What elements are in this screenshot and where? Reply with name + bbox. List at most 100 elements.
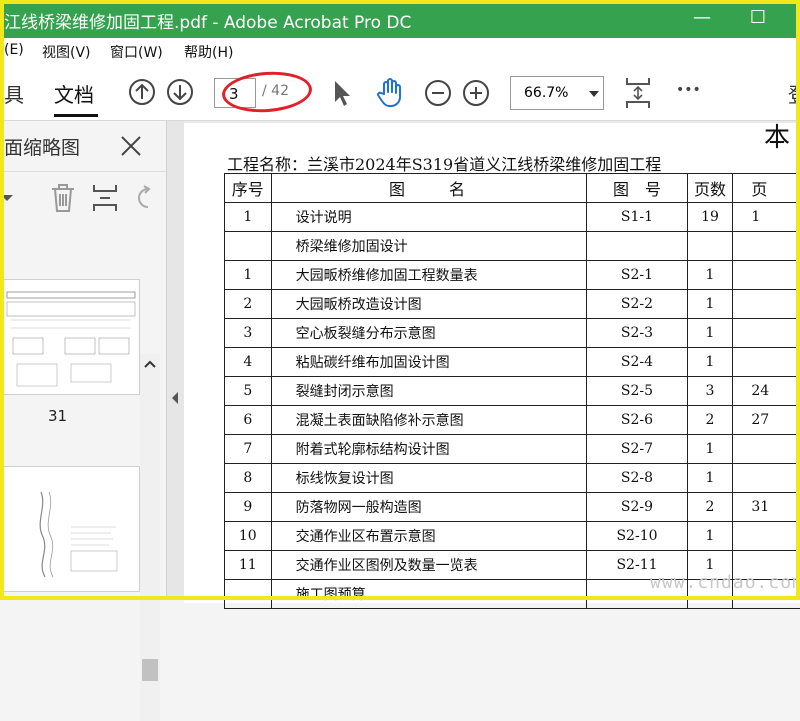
collapse-arrow-icon[interactable]	[171, 391, 179, 405]
table-row: 9防落物网一般构造图S2-9231	[225, 493, 800, 522]
table-cell-code: S2-7	[587, 435, 687, 464]
table-cell-no	[225, 232, 272, 261]
tab-tools[interactable]: 具	[4, 79, 24, 108]
table-cell-name: 大园畈桥改造设计图	[271, 290, 587, 319]
zoom-select[interactable]: 66.7%	[510, 76, 604, 110]
more-options-icon[interactable]: •••	[676, 82, 701, 98]
table-cell-page	[733, 435, 800, 464]
menu-edit[interactable]: (E)	[4, 42, 24, 58]
thumbnail-page-number: 31	[48, 407, 67, 425]
select-arrow-icon[interactable]	[330, 78, 354, 108]
table-cell-no: 10	[225, 522, 272, 551]
fit-page-icon[interactable]	[624, 76, 652, 110]
previous-page-icon[interactable]	[128, 78, 156, 106]
table-cell-name: 附着式轮廓标结构设计图	[271, 435, 587, 464]
active-tab-indicator	[54, 114, 98, 117]
close-icon[interactable]	[120, 135, 142, 157]
zoom-value: 66.7%	[524, 85, 568, 101]
toolbar: 具 文档 3 / 42 66.7% ••• 登	[0, 64, 800, 121]
menu-bar: (E) 视图(V) 窗口(W) 帮助(H)	[0, 38, 800, 64]
hand-tool-icon[interactable]	[374, 76, 406, 108]
table-cell-name: 大园畈桥维修加固工程数量表	[271, 261, 587, 290]
extract-pages-icon[interactable]	[92, 183, 118, 213]
maximize-button[interactable]: ☐	[746, 6, 770, 30]
table-cell-page: 1	[733, 203, 800, 232]
page-thumbnail[interactable]	[0, 279, 140, 395]
table-cell-pages: 1	[687, 319, 733, 348]
table-cell-pages: 1	[687, 348, 733, 377]
table-cell-code	[587, 232, 687, 261]
menu-view[interactable]: 视图(V)	[42, 42, 91, 62]
table-row: 8标线恢复设计图S2-81	[225, 464, 800, 493]
table-cell-name: 标线恢复设计图	[271, 464, 587, 493]
header-cell: 页数	[687, 174, 733, 203]
undo-icon[interactable]	[132, 185, 154, 211]
table-row: 10交通作业区布置示意图S2-101	[225, 522, 800, 551]
thumbnail-scrollbar[interactable]	[140, 354, 160, 721]
pdf-page: 本 工程名称：兰溪市2024年S319省道义江线桥梁维修加固工程 序号 图 名 …	[184, 123, 800, 603]
table-row: 3空心板裂缝分布示意图S2-31	[225, 319, 800, 348]
table-cell-pages: 3	[687, 377, 733, 406]
table-row: 6混凝土表面缺陷修补示意图S2-6227	[225, 406, 800, 435]
table-cell-name: 施工图预算	[271, 580, 587, 609]
table-cell-page	[733, 464, 800, 493]
table-cell-name: 交通作业区布置示意图	[271, 522, 587, 551]
zoom-out-icon[interactable]	[424, 79, 452, 107]
header-cell: 页	[733, 174, 800, 203]
trash-icon[interactable]	[50, 183, 76, 213]
next-page-icon[interactable]	[166, 78, 194, 106]
document-viewport[interactable]: 本 工程名称：兰溪市2024年S319省道义江线桥梁维修加固工程 序号 图 名 …	[184, 121, 800, 600]
table-cell-name: 粘贴碳纤维布加固设计图	[271, 348, 587, 377]
table-row: 1大园畈桥维修加固工程数量表S2-11	[225, 261, 800, 290]
table-cell-page: 31	[733, 493, 800, 522]
table-cell-page	[733, 261, 800, 290]
minimize-button[interactable]: —	[690, 6, 714, 30]
table-cell-pages: 1	[687, 435, 733, 464]
menu-help[interactable]: 帮助(H)	[184, 42, 233, 62]
table-cell-pages: 19	[687, 203, 733, 232]
table-cell-code: S2-2	[587, 290, 687, 319]
watermark: www.cndao.com	[650, 572, 800, 593]
chevron-down-icon	[589, 91, 599, 97]
table-cell-name: 混凝土表面缺陷修补示意图	[271, 406, 587, 435]
table-cell-page	[733, 232, 800, 261]
table-cell-page	[733, 348, 800, 377]
table-cell-pages	[687, 232, 733, 261]
table-row: 2大园畈桥改造设计图S2-21	[225, 290, 800, 319]
table-cell-name: 设计说明	[271, 203, 587, 232]
table-row: 4粘贴碳纤维布加固设计图S2-41	[225, 348, 800, 377]
panel-collapse-handle[interactable]	[166, 121, 185, 600]
panel-separator	[0, 171, 166, 172]
menu-window[interactable]: 窗口(W)	[110, 42, 163, 62]
table-cell-no: 4	[225, 348, 272, 377]
scrollbar-thumb[interactable]	[142, 659, 158, 681]
table-row: 5裂缝封闭示意图S2-5324	[225, 377, 800, 406]
table-cell-name: 防落物网一般构造图	[271, 493, 587, 522]
thumbnail-drawing	[1, 280, 139, 394]
panel-title: 面缩略图	[4, 133, 80, 160]
table-cell-page: 24	[733, 377, 800, 406]
sign-in-label[interactable]: 登	[788, 79, 800, 108]
header-cell: 图 名	[271, 174, 587, 203]
table-cell-name: 交通作业区图例及数量一览表	[271, 551, 587, 580]
page-thumbnail[interactable]	[0, 466, 140, 592]
table-cell-no: 1	[225, 261, 272, 290]
title-bar: 江线桥梁维修加固工程.pdf - Adobe Acrobat Pro DC — …	[0, 0, 800, 38]
table-cell-pages: 1	[687, 464, 733, 493]
table-cell-code: S2-8	[587, 464, 687, 493]
table-cell-no: 8	[225, 464, 272, 493]
table-cell-page	[733, 290, 800, 319]
table-cell-no: 6	[225, 406, 272, 435]
table-cell-page	[733, 522, 800, 551]
table-cell-page: 27	[733, 406, 800, 435]
table-cell-pages: 2	[687, 406, 733, 435]
header-cell: 图 号	[587, 174, 687, 203]
table-cell-pages: 1	[687, 261, 733, 290]
table-cell-no: 9	[225, 493, 272, 522]
table-cell-code: S2-10	[587, 522, 687, 551]
zoom-in-icon[interactable]	[462, 79, 490, 107]
chevron-down-icon[interactable]	[0, 193, 14, 203]
tab-document[interactable]: 文档	[54, 79, 94, 108]
chevron-up-icon[interactable]	[144, 360, 156, 368]
table-cell-code: S2-4	[587, 348, 687, 377]
